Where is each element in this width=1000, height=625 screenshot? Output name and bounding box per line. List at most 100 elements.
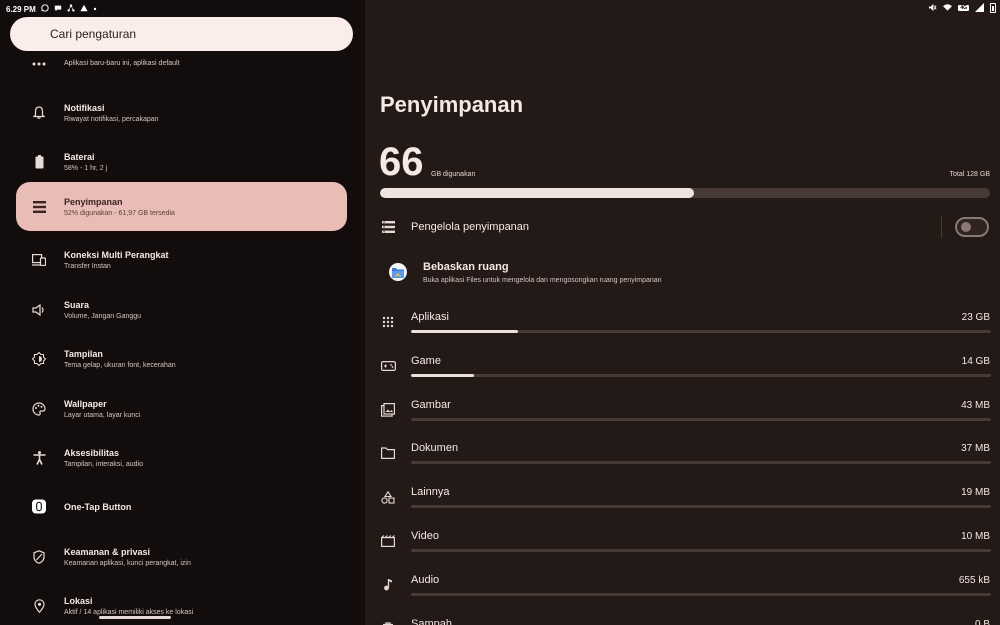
movie-icon [380, 533, 396, 549]
trash-icon [380, 621, 396, 625]
storage-manager-label: Pengelola penyimpanan [411, 221, 530, 233]
storage-category-label: Video [411, 530, 439, 542]
sidebar-item-text: Lokasi Aktif / 14 aplikasi memiliki akses… [64, 596, 193, 616]
battery-icon [990, 3, 996, 13]
sidebar-item-one-tap-button[interactable]: One-Tap Button [16, 482, 347, 531]
storage-category-size: 14 GB [961, 355, 990, 367]
sidebar-item-text: One-Tap Button [64, 502, 131, 512]
sidebar-item-text: Keamanan & privasi Keamanan aplikasi, kun… [64, 547, 191, 567]
gamepad-icon [380, 358, 396, 374]
storage-category-label: Dokumen [411, 442, 459, 455]
sidebar-item-subtitle: Aktif / 14 aplikasi memiliki akses ke lo… [64, 608, 194, 616]
storage-icon [32, 200, 46, 214]
sidebar-item-lokasi[interactable]: Lokasi Aktif / 14 aplikasi memiliki akses… [16, 581, 347, 625]
storage-category-size: 23 GB [961, 312, 990, 323]
sidebar-item-text: Wallpaper Layar utama, layar kunci [64, 399, 140, 419]
storage-category-bar [411, 505, 991, 509]
storage-category-size: 0 B [974, 618, 990, 625]
sidebar-item-text: Baterai 58% - 1 hr, 2 j [64, 152, 107, 172]
status-bar-left: 6.29 PM [6, 3, 97, 15]
sidebar-item-title: Koneksi Multi Perangkat [64, 249, 169, 260]
sidebar-item-title: Notifikasi [64, 102, 105, 113]
storage-usage-bar [380, 188, 990, 198]
warning-icon [80, 4, 88, 14]
sidebar-item-notifikasi[interactable]: Notifikasi Riwayat notifikasi, percakapan [16, 88, 347, 137]
shapes-icon [380, 489, 396, 505]
sidebar-item-text: Notifikasi Riwayat notifikasi, percakapan [64, 103, 159, 123]
storage-category-bar [411, 417, 991, 421]
status-time: 6.29 PM [6, 4, 36, 14]
sidebar-item-subtitle: Riwayat notifikasi, percakapan [64, 115, 159, 123]
sidebar-item-subtitle: Volume, Jangan Ganggu [64, 312, 142, 320]
mute-icon [928, 3, 937, 14]
storage-usage-fill [380, 188, 695, 198]
sidebar-item-subtitle: 58% - 1 hr, 2 j [64, 164, 108, 172]
sidebar-item-apps[interactable]: Aplikasi baru-baru ini, aplikasi default [16, 39, 347, 88]
sidebar-item-subtitle: Transfer Instan [64, 262, 111, 270]
storage-category-label: Audio [411, 573, 440, 586]
sidebar-item-text: Penyimpanan 52% digunakan - 61,97 GB ters… [64, 197, 175, 217]
sidebar-item-title: Baterai [64, 151, 95, 162]
one-tap-icon [32, 499, 46, 514]
sidebar-item-koneksi-multi-perangkat[interactable]: Koneksi Multi Perangkat Transfer Instan [16, 235, 347, 284]
storage-category-bar [411, 373, 991, 377]
toggle-knob [961, 222, 971, 232]
files-app-icon[interactable] [389, 263, 407, 281]
used-storage-value: 66 [379, 140, 424, 184]
sidebar-item-subtitle: Tampilan, interaksi, audio [64, 460, 143, 468]
storage-category-label: Aplikasi [411, 311, 449, 323]
location-icon [32, 598, 46, 613]
devices-icon [32, 253, 46, 267]
gesture-handle[interactable] [99, 616, 171, 619]
music-note-icon [380, 577, 396, 593]
status-bar-right: 4G [928, 2, 996, 14]
page-title: Penyimpanan [380, 92, 524, 117]
sidebar-item-title: Keamanan & privasi [64, 546, 151, 557]
sidebar-item-text: Koneksi Multi Perangkat Transfer Instan [64, 250, 169, 270]
storage-category-bar [411, 330, 991, 333]
sidebar-item-suara[interactable]: Suara Volume, Jangan Ganggu [16, 285, 347, 334]
sidebar-item-wallpaper[interactable]: Wallpaper Layar utama, layar kunci [16, 384, 347, 433]
total-storage-label: Total 128 GB [949, 171, 990, 178]
storage-category-bar [411, 592, 991, 596]
sidebar-item-title: Aksesibilitas [64, 447, 120, 458]
storage-category-label: Gambar [411, 398, 451, 411]
apps-grid-icon [380, 314, 396, 330]
shield-icon [32, 549, 46, 564]
bell-icon [32, 106, 46, 120]
sidebar-item-baterai[interactable]: Baterai 58% - 1 hr, 2 j [16, 137, 347, 186]
sidebar-item-keamanan-privasi[interactable]: Keamanan & privasi Keamanan aplikasi, kun… [16, 532, 347, 581]
used-storage-label: GB digunakan [431, 171, 476, 178]
storage-manager-toggle[interactable] [955, 217, 989, 237]
sidebar-item-tampilan[interactable]: Tampilan Tema gelap, ukuran font, kecerah… [16, 334, 347, 383]
storage-detail-pane: 4G Penyimpanan 66 GB digunakan Total 128… [365, 0, 1000, 625]
storage-category-bar-fill [411, 330, 519, 333]
wifi-icon [943, 3, 953, 13]
image-icon [380, 402, 396, 418]
storage-category-label: Lainnya [411, 486, 450, 499]
sidebar-item-title: Wallpaper [64, 398, 107, 409]
battery-icon [32, 154, 46, 169]
sidebar-item-text: Aksesibilitas Tampilan, interaksi, audio [64, 448, 143, 468]
sidebar-item-title: Suara [64, 299, 90, 310]
storage-category-label: Sampah [411, 617, 452, 625]
volume-icon [32, 303, 46, 317]
sidebar-item-subtitle: Layar utama, layar kunci [64, 411, 141, 419]
sidebar-item-text: Tampilan Tema gelap, ukuran font, kecerah… [64, 349, 176, 369]
sidebar-item-aksesibilitas[interactable]: Aksesibilitas Tampilan, interaksi, audio [16, 433, 347, 482]
free-up-space-title[interactable]: Bebaskan ruang [423, 261, 509, 273]
storage-category-size: 43 MB [961, 399, 990, 411]
sidebar-item-penyimpanan[interactable]: Penyimpanan 52% digunakan - 61,97 GB ters… [16, 182, 347, 231]
whatsapp-icon [41, 4, 49, 14]
sidebar-item-subtitle: 52% digunakan - 61,97 GB tersedia [64, 209, 175, 217]
4g-icon: 4G [958, 5, 969, 11]
storage-manager-icon [380, 219, 396, 235]
sidebar-item-subtitle: Keamanan aplikasi, kunci perangkat, izin [64, 559, 191, 567]
storage-category-bar [411, 461, 991, 465]
folder-icon [380, 445, 396, 461]
storage-category-size: 655 kB [958, 574, 990, 586]
signal-icon [975, 2, 984, 14]
display-icon [32, 351, 46, 366]
storage-category-label: Game [411, 354, 441, 367]
storage-category-size: 10 MB [961, 531, 990, 542]
